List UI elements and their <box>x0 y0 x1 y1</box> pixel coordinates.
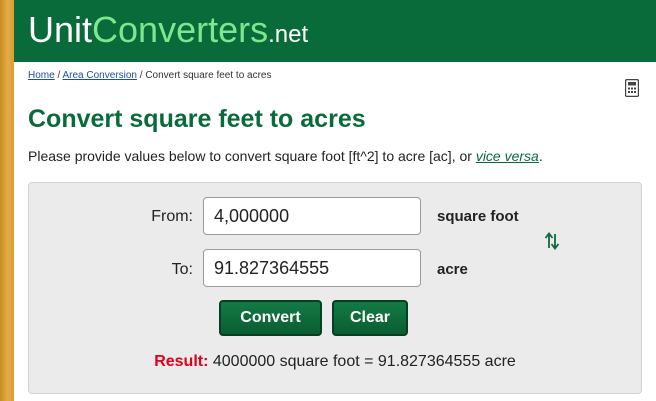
site-header: UnitConverters.net <box>14 0 656 62</box>
swap-arrows-icon[interactable] <box>544 231 560 251</box>
page: UnitConverters.net Home / Area Conversio… <box>14 0 656 401</box>
from-label: From: <box>151 208 193 225</box>
to-value-input[interactable] <box>203 249 421 287</box>
logo-text-unit: Unit <box>28 9 93 50</box>
result-line: Result: 4000000 square foot = 91.8273645… <box>29 353 641 371</box>
breadcrumb-home-link[interactable]: Home <box>28 70 55 81</box>
breadcrumb-current: Convert square feet to acres <box>145 70 272 81</box>
to-unit-label: acre <box>437 261 468 278</box>
converter-box: From: square foot To: acre Convert Clear… <box>28 182 642 394</box>
calculator-icon[interactable] <box>625 79 639 97</box>
logo-text-tld: .net <box>268 21 309 48</box>
intro-text: Please provide values below to convert s… <box>28 148 543 164</box>
intro-text-body: Please provide values below to convert s… <box>28 148 476 164</box>
logo-text-converters: Converters <box>92 9 269 50</box>
breadcrumb: Home / Area Conversion / Convert square … <box>28 70 272 81</box>
clear-button[interactable]: Clear <box>332 300 408 336</box>
intro-text-end: . <box>538 148 543 164</box>
site-logo[interactable]: UnitConverters.net <box>28 10 308 55</box>
from-unit-label: square foot <box>437 208 519 225</box>
result-label: Result: <box>154 353 209 370</box>
page-title: Convert square feet to acres <box>28 105 366 133</box>
breadcrumb-area-conversion-link[interactable]: Area Conversion <box>62 70 136 81</box>
result-text: 4000000 square foot = 91.827364555 acre <box>208 353 516 370</box>
vice-versa-link[interactable]: vice versa <box>476 148 539 164</box>
from-value-input[interactable] <box>203 197 421 235</box>
to-label: To: <box>171 261 193 278</box>
convert-button[interactable]: Convert <box>219 300 322 336</box>
